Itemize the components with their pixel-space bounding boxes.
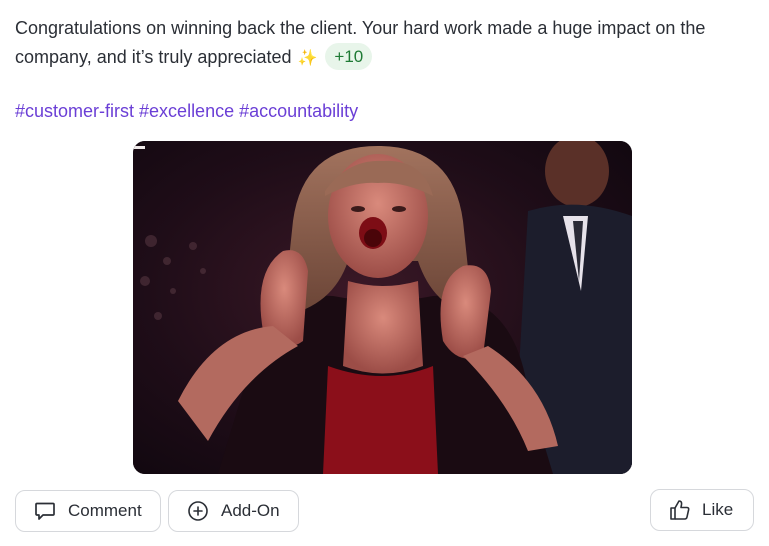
celebration-gif[interactable] [133,141,632,474]
comment-label: Comment [68,501,142,520]
hashtag-accountability[interactable]: #accountability [239,101,358,121]
points-badge: +10 [325,43,373,70]
sparkles-icon: ✨ [297,50,318,67]
add-on-button[interactable]: Add-On [168,490,299,532]
hashtag-customer-first[interactable]: #customer-first [15,101,134,121]
thumbs-up-icon [670,500,690,520]
comment-button[interactable]: Comment [15,490,161,532]
plus-circle-icon [188,501,208,521]
add-on-label: Add-On [221,501,280,520]
gif-image [133,141,632,474]
hashtag-list: #customer-first #excellence #accountabilit… [15,98,363,124]
comment-icon [35,502,55,520]
recognition-post: Congratulations on winning back the clie… [0,0,769,546]
hashtag-excellence[interactable]: #excellence [139,101,234,121]
like-button[interactable]: Like [650,489,754,531]
post-message: Congratulations on winning back the clie… [15,14,755,73]
like-label: Like [702,500,734,519]
